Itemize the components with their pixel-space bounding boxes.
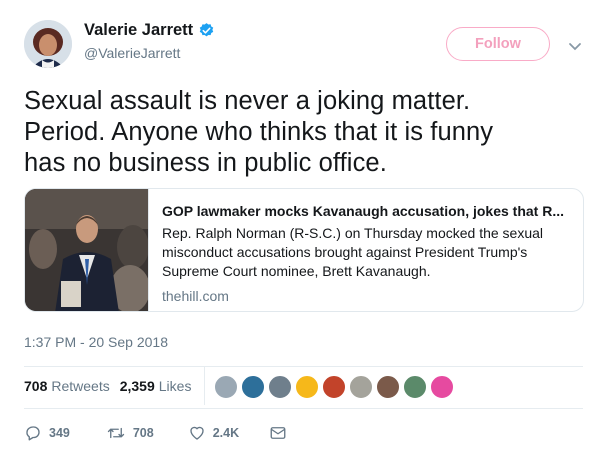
author-name[interactable]: Valerie Jarrett	[84, 21, 193, 40]
card-body: GOP lawmaker mocks Kavanaugh accusation,…	[162, 203, 574, 304]
chevron-down-icon[interactable]	[568, 39, 582, 51]
verified-badge-icon	[198, 22, 215, 39]
likes-label[interactable]: Likes	[159, 378, 192, 394]
author-block: Valerie Jarrett @ValerieJarrett	[84, 21, 215, 61]
link-card[interactable]: GOP lawmaker mocks Kavanaugh accusation,…	[24, 188, 584, 312]
liker-avatars	[214, 375, 457, 399]
tweet-text-line: has no business in public office.	[24, 149, 387, 177]
divider	[24, 408, 583, 409]
retweets-label[interactable]: Retweets	[51, 378, 109, 394]
card-description: Rep. Ralph Norman (R-S.C.) on Thursday m…	[162, 225, 544, 279]
liker-avatar[interactable]	[322, 375, 346, 399]
liker-avatar[interactable]	[403, 375, 427, 399]
stats-separator	[204, 367, 205, 405]
liker-avatar[interactable]	[214, 375, 238, 399]
likes-count[interactable]: 2,359	[120, 378, 155, 394]
liker-avatar[interactable]	[268, 375, 292, 399]
retweet-button[interactable]: 708	[106, 424, 154, 442]
liker-avatar[interactable]	[376, 375, 400, 399]
retweet-count: 708	[132, 426, 154, 440]
liker-avatar[interactable]	[241, 375, 265, 399]
divider	[24, 366, 583, 367]
liker-avatar[interactable]	[349, 375, 373, 399]
card-thumbnail[interactable]	[25, 189, 149, 311]
tweet-text-line: Sexual assault is never a joking matter.	[24, 87, 471, 115]
heart-icon	[188, 424, 206, 442]
action-bar: 349 708 2.4K	[24, 424, 287, 442]
envelope-icon	[269, 425, 287, 441]
retweets-count[interactable]: 708	[24, 378, 47, 394]
dm-button[interactable]	[269, 425, 287, 441]
card-title[interactable]: GOP lawmaker mocks Kavanaugh accusation,…	[162, 203, 574, 219]
card-domain: thehill.com	[162, 288, 229, 304]
retweet-icon	[106, 424, 126, 442]
tweet-timestamp[interactable]: 1:37 PM - 20 Sep 2018	[24, 334, 168, 350]
tweet-text-line: Period. Anyone who thinks that it is fun…	[24, 118, 494, 146]
like-count: 2.4K	[212, 426, 240, 440]
follow-button[interactable]: Follow	[446, 27, 550, 61]
tweet-text: Sexual assault is never a joking matter.…	[24, 86, 594, 179]
liker-avatar[interactable]	[430, 375, 454, 399]
tweet-stats: 708 Retweets 2,359 Likes	[24, 378, 191, 394]
author-handle[interactable]: @ValerieJarrett	[84, 45, 215, 61]
like-button[interactable]: 2.4K	[188, 424, 239, 442]
reply-button[interactable]: 349	[24, 424, 70, 442]
author-avatar[interactable]	[24, 20, 72, 68]
reply-icon	[24, 424, 42, 442]
reply-count: 349	[49, 426, 70, 440]
liker-avatar[interactable]	[295, 375, 319, 399]
